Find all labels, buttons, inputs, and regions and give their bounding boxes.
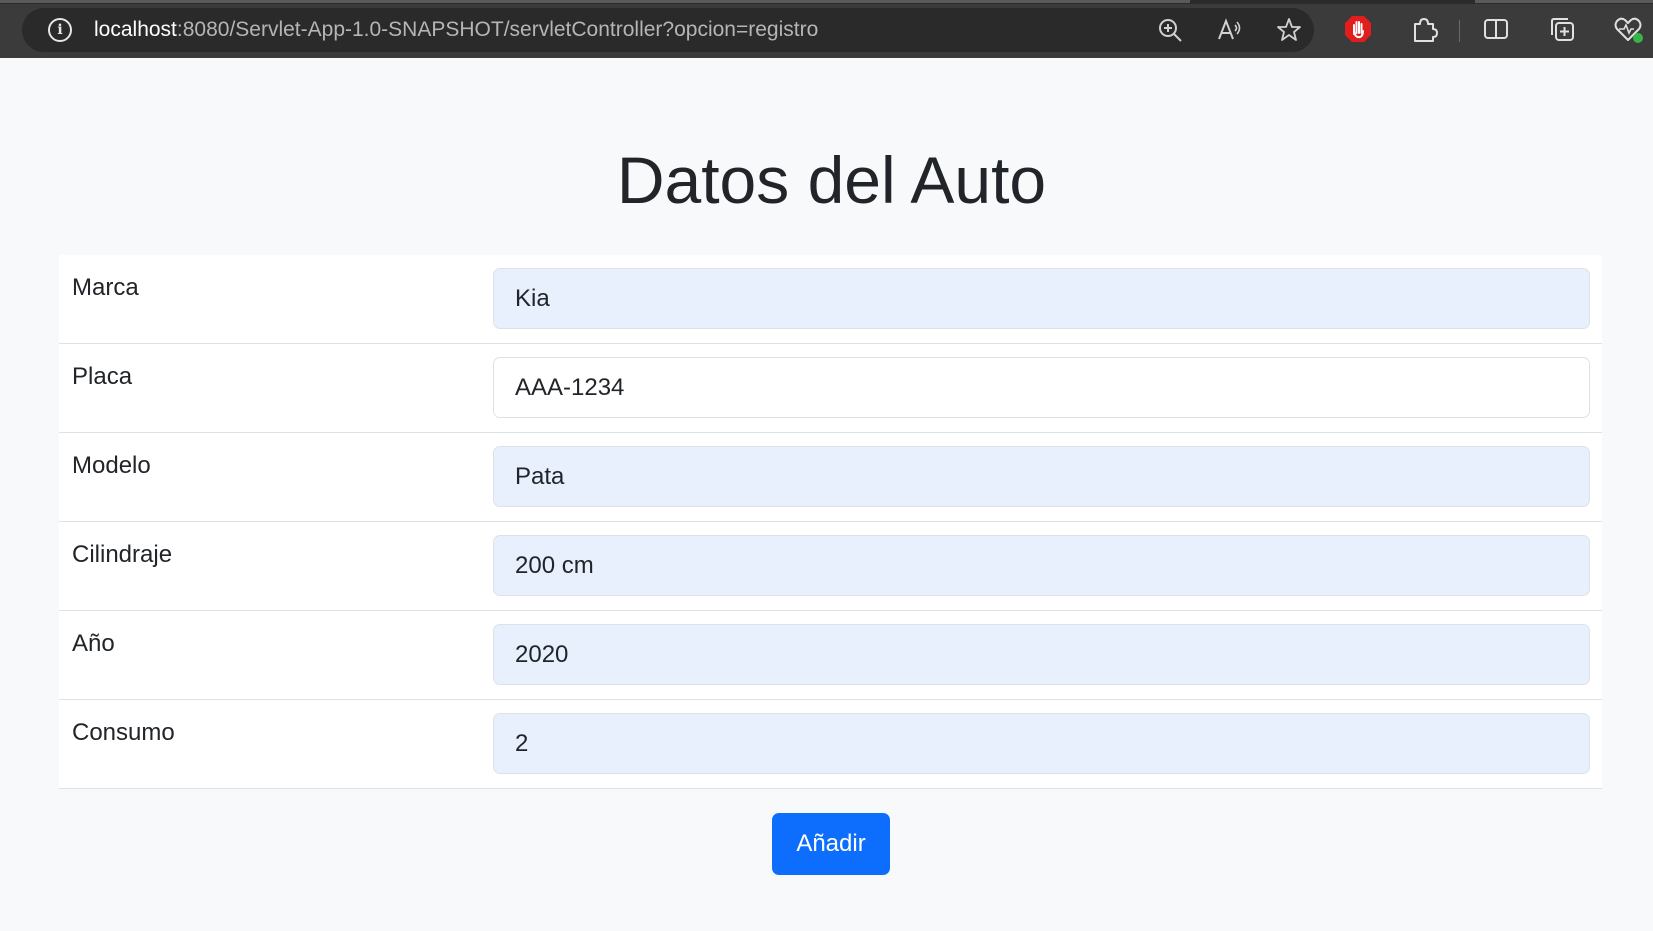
consumo-input[interactable]: [493, 713, 1590, 774]
modelo-label: Modelo: [72, 452, 151, 479]
consumo-label: Consumo: [72, 719, 175, 746]
page-title: Datos del Auto: [616, 143, 1047, 217]
add-button[interactable]: Añadir: [772, 813, 890, 875]
info-icon[interactable]: i: [48, 18, 72, 42]
url-host: localhost: [94, 18, 177, 41]
cilindraje-input[interactable]: [493, 535, 1590, 596]
favorite-star-icon[interactable]: [1276, 17, 1302, 43]
form-row-marca: Marca: [59, 255, 1602, 344]
url-path: :8080/Servlet-App-1.0-SNAPSHOT/servletCo…: [176, 18, 819, 41]
performance-icon[interactable]: [1613, 14, 1643, 44]
form-row-consumo: Consumo: [59, 700, 1602, 789]
form-row-cilindraje: Cilindraje: [59, 522, 1602, 611]
zoom-icon[interactable]: [1157, 17, 1183, 43]
browser-toolbar: i localhost:8080/Servlet-App-1.0-SNAPSHO…: [0, 0, 1653, 58]
collections-icon[interactable]: [1547, 14, 1577, 44]
tab-edge: [1475, 0, 1653, 3]
read-aloud-icon[interactable]: [1217, 17, 1243, 43]
placa-label: Placa: [72, 363, 133, 390]
active-tab-edge: [0, 0, 1190, 3]
form-row-anio: Año: [59, 611, 1602, 700]
extensions-icon[interactable]: [1409, 14, 1439, 44]
anio-input[interactable]: [493, 624, 1590, 685]
form-row-placa: Placa: [59, 344, 1602, 433]
adblock-icon[interactable]: [1343, 14, 1373, 44]
marca-input[interactable]: [493, 268, 1590, 329]
marca-label: Marca: [72, 274, 139, 301]
url-text[interactable]: localhost:8080/Servlet-App-1.0-SNAPSHOT/…: [94, 18, 818, 42]
address-bar[interactable]: i localhost:8080/Servlet-App-1.0-SNAPSHO…: [22, 8, 1314, 52]
form-row-modelo: Modelo: [59, 433, 1602, 522]
car-form-table: Marca Placa Modelo Cilindraje Año Consum…: [59, 255, 1602, 789]
split-screen-icon[interactable]: [1481, 14, 1511, 44]
anio-label: Año: [72, 630, 115, 657]
cilindraje-label: Cilindraje: [72, 541, 173, 568]
placa-input[interactable]: [493, 357, 1590, 418]
modelo-input[interactable]: [493, 446, 1590, 507]
toolbar-divider: [1459, 20, 1460, 42]
